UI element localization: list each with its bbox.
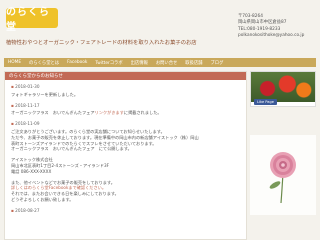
- main-nav: HOME のらくら堂とは Facebook Twitterコラボ 出店情報 お問…: [4, 58, 316, 67]
- sidebar: Like Page: [250, 71, 316, 240]
- header: のらくら堂 植物性おやつとオーガニック・フェアトレードの材料を取り入れたお菓子の…: [0, 0, 320, 58]
- post-line: オーガニックフラス おいでんぎんたフェアリンクがきますに掲載されました。: [11, 110, 240, 116]
- nav-blog[interactable]: ブログ: [210, 60, 223, 66]
- like-label: Like Page: [257, 100, 275, 104]
- contact-info: 〒703-8264 岡山県岡山市中区倉益87 TEL:080-1919-8233…: [238, 14, 304, 40]
- nav-contact[interactable]: お問い合せ: [156, 60, 177, 66]
- post-date: 2018-11-17: [11, 103, 240, 109]
- post-date: 2018-08-27: [11, 208, 240, 214]
- site-tagline: 植物性おやつとオーガニック・フェアトレードの材料を取り入れたお菓子のお店: [6, 40, 197, 46]
- news-panel: のらくら堂からのお知らせ 2018-01-30 フォトギャラリーを更新しました。…: [4, 71, 247, 240]
- post-date: 2018-11-09: [11, 121, 240, 127]
- post-line: どうぞよろしくお願い致します。: [11, 196, 74, 202]
- facebook-like-button[interactable]: Like Page: [254, 99, 278, 105]
- post: 2018-08-27: [11, 208, 240, 214]
- post: 2018-11-09 ご注文ありがとうございます。のらくら堂の実店舗についてお知…: [11, 121, 240, 152]
- post-text-suffix: に掲載されました。: [123, 110, 162, 116]
- rose-icon: [269, 152, 296, 204]
- post-note: また、他イベントなどでお菓子の販売をしております。 詳しくはのらくら堂Faceb…: [11, 180, 240, 203]
- nav-home[interactable]: HOME: [8, 60, 21, 65]
- post-line: 電話 086-XXX-XXXX: [11, 168, 52, 174]
- post-line: フォトギャラリーを更新しました。: [11, 91, 79, 97]
- section-title: のらくら堂からのお知らせ: [5, 72, 246, 80]
- post-link[interactable]: リンクがきます: [95, 110, 124, 115]
- post-list: 2018-01-30 フォトギャラリーを更新しました。 2018-11-17 オ…: [5, 80, 246, 223]
- post: 2018-11-17 オーガニックフラス おいでんぎんたフェアリンクがきますに掲…: [11, 103, 240, 117]
- nav-about[interactable]: のらくら堂とは: [29, 60, 59, 66]
- post: 2018-01-30 フォトギャラリーを更新しました。: [11, 84, 240, 98]
- nav-facebook[interactable]: Facebook: [67, 60, 87, 65]
- facebook-widget[interactable]: Like Page: [250, 71, 316, 107]
- site-logo[interactable]: のらくら堂: [6, 7, 58, 33]
- nav-events[interactable]: 出店情報: [131, 60, 148, 66]
- facebook-cover-photo: [251, 72, 315, 102]
- post-contact: アイストック株式会社 岡山市北区表町1丁目2-4ストーンズ・アイランド3F 電話…: [11, 157, 240, 174]
- contact-email[interactable]: polkanokosithoke@yahoo.co.jp: [238, 33, 304, 39]
- nav-twitter[interactable]: Twitterコラボ: [95, 60, 122, 66]
- rose-photo: [250, 135, 316, 215]
- post-line: オーガニックフラス おいでんぎんたフェア にて公開します。: [11, 146, 132, 152]
- nav-stores[interactable]: 取扱店舗: [185, 60, 202, 66]
- post-text: オーガニックフラス おいでんぎんたフェア: [11, 110, 95, 116]
- post-date: 2018-01-30: [11, 84, 240, 90]
